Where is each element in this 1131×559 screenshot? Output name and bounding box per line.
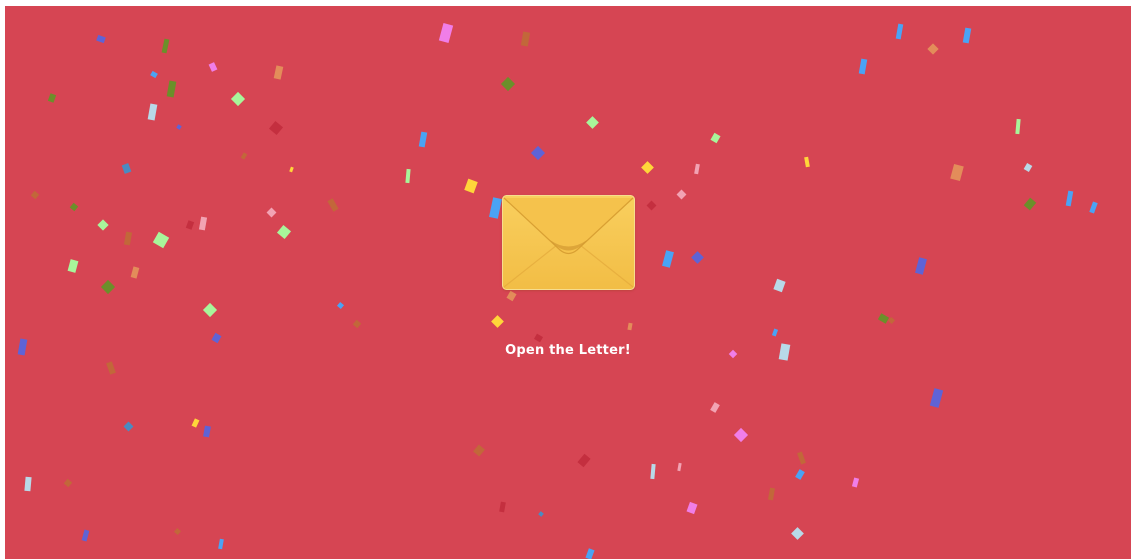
confetti-piece: [767, 487, 776, 501]
confetti-piece: [586, 116, 599, 129]
confetti-piece: [230, 91, 246, 107]
confetti-piece: [327, 198, 339, 212]
confetti-piece: [336, 301, 345, 310]
confetti-piece: [499, 501, 506, 513]
confetti-piece: [191, 418, 200, 428]
confetti-piece: [887, 316, 896, 325]
confetti-piece: [266, 207, 277, 218]
confetti-piece: [240, 152, 248, 160]
confetti-piece: [877, 313, 890, 324]
confetti-piece: [47, 93, 57, 103]
confetti-piece: [97, 219, 109, 231]
confetti-piece: [710, 132, 721, 144]
confetti-piece: [650, 463, 656, 480]
confetti-piece: [778, 343, 791, 361]
confetti-piece: [473, 444, 485, 457]
confetti-piece: [173, 527, 182, 536]
confetti-piece: [106, 361, 116, 375]
confetti-piece: [17, 338, 28, 356]
open-letter-label[interactable]: Open the Letter!: [468, 343, 668, 358]
confetti-piece: [1015, 118, 1021, 135]
confetti-piece: [96, 34, 106, 44]
confetti-piece: [577, 453, 591, 468]
confetti-piece: [520, 31, 531, 47]
confetti-piece: [289, 166, 294, 173]
confetti-piece: [686, 501, 698, 515]
confetti-piece: [962, 27, 972, 44]
confetti-piece: [166, 80, 177, 98]
confetti-piece: [1065, 190, 1074, 207]
confetti-piece: [123, 231, 133, 246]
confetti-piece: [218, 538, 224, 550]
confetti-piece: [538, 511, 544, 517]
confetti-piece: [69, 202, 79, 212]
confetti-piece: [929, 388, 944, 408]
confetti-piece: [161, 38, 170, 54]
confetti-piece: [150, 70, 158, 79]
confetti-piece: [1023, 197, 1037, 211]
confetti-piece: [202, 302, 218, 318]
confetti-piece: [130, 266, 140, 279]
confetti-piece: [915, 257, 927, 275]
confetti-piece: [24, 476, 32, 492]
confetti-piece: [489, 197, 502, 219]
confetti-piece: [185, 220, 195, 230]
confetti-piece: [203, 425, 211, 438]
confetti-piece: [500, 76, 516, 92]
confetti-piece: [491, 315, 504, 328]
confetti-piece: [533, 333, 544, 343]
confetti-piece: [858, 58, 868, 75]
celebration-stage: Open the Letter!: [5, 6, 1131, 559]
confetti-piece: [438, 23, 454, 43]
confetti-piece: [927, 43, 939, 55]
confetti-piece: [1023, 162, 1033, 173]
confetti-piece: [211, 332, 222, 344]
confetti-piece: [641, 161, 654, 174]
confetti-piece: [795, 469, 805, 480]
confetti-piece: [797, 451, 806, 465]
confetti-piece: [694, 163, 700, 175]
confetti-piece: [950, 163, 964, 182]
confetti-piece: [273, 65, 284, 80]
confetti-piece: [627, 322, 633, 331]
confetti-piece: [530, 145, 546, 161]
confetti-piece: [81, 529, 90, 542]
confetti-piece: [895, 23, 904, 40]
confetti-piece: [646, 200, 657, 211]
confetti-piece: [100, 279, 116, 295]
confetti-piece: [691, 251, 704, 264]
confetti-piece: [464, 178, 478, 194]
confetti-piece: [147, 103, 158, 121]
confetti-piece: [1089, 201, 1098, 214]
confetti-piece: [268, 120, 284, 136]
confetti-piece: [176, 124, 182, 130]
confetti-piece: [67, 259, 79, 273]
confetti-piece: [152, 231, 170, 249]
confetti-piece: [662, 250, 674, 268]
confetti-piece: [405, 168, 411, 184]
confetti-piece: [121, 163, 132, 174]
confetti-piece: [198, 216, 208, 231]
envelope-icon: [502, 195, 635, 290]
confetti-piece: [208, 62, 218, 72]
confetti-piece: [771, 328, 779, 337]
confetti-piece: [773, 278, 786, 293]
confetti-piece: [710, 402, 720, 413]
confetti-piece: [30, 190, 40, 200]
confetti-piece: [728, 349, 738, 359]
confetti-piece: [676, 189, 687, 200]
confetti-piece: [791, 527, 804, 540]
confetti-piece: [677, 462, 682, 472]
confetti-piece: [851, 477, 860, 488]
confetti-piece: [123, 421, 134, 432]
confetti-piece: [63, 478, 73, 488]
envelope-button[interactable]: [502, 195, 635, 290]
confetti-piece: [506, 290, 517, 302]
confetti-piece: [276, 224, 292, 240]
confetti-piece: [418, 131, 428, 148]
confetti-piece: [585, 548, 595, 559]
confetti-piece: [804, 156, 810, 168]
confetti-piece: [733, 427, 749, 443]
confetti-piece: [352, 319, 362, 329]
